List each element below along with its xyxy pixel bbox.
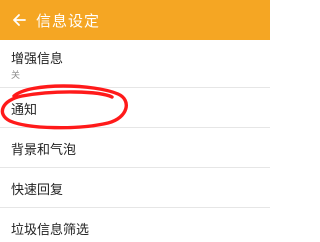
setting-label: 通知 bbox=[11, 103, 38, 118]
page-title: 信息设定 bbox=[36, 11, 101, 30]
settings-list: 增强信息 关 通知 背景和气泡 快速回复 垃圾信息筛选 bbox=[0, 40, 270, 242]
back-button[interactable] bbox=[6, 0, 32, 40]
arrow-left-icon bbox=[13, 14, 26, 26]
setting-label: 快速回复 bbox=[11, 183, 64, 198]
setting-status: 关 bbox=[11, 71, 21, 81]
setting-background-bubbles[interactable]: 背景和气泡 bbox=[0, 128, 270, 168]
app-bar: 信息设定 bbox=[0, 0, 270, 40]
setting-label: 增强信息 bbox=[11, 52, 64, 67]
setting-notifications[interactable]: 通知 bbox=[0, 88, 270, 128]
settings-screen: 信息设定 增强信息 关 通知 背景和气泡 快速回复 垃圾信息筛选 bbox=[0, 0, 270, 242]
setting-label: 垃圾信息筛选 bbox=[11, 223, 90, 238]
setting-spam-filter[interactable]: 垃圾信息筛选 bbox=[0, 208, 270, 242]
setting-quick-reply[interactable]: 快速回复 bbox=[0, 168, 270, 208]
setting-enhanced-messaging[interactable]: 增强信息 关 bbox=[0, 40, 270, 88]
setting-label: 背景和气泡 bbox=[11, 143, 77, 158]
